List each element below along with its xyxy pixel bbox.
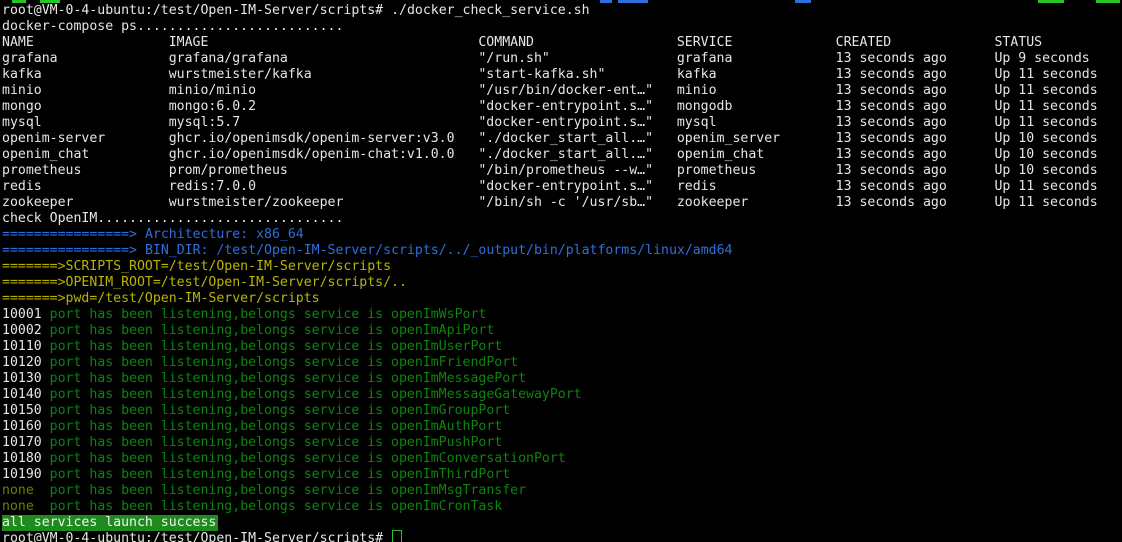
service-name: openImFriendPort (391, 355, 518, 370)
ps-row: mysql mysql:5.7 "docker-entrypoint.s…" m… (0, 115, 1122, 131)
ps-rows: grafana grafana/grafana "/run.sh" grafan… (0, 51, 1122, 211)
port-number: 10120 (2, 355, 50, 370)
ps-row: minio minio/minio "/usr/bin/docker-ent…"… (0, 83, 1122, 99)
port-message: port has been listening,belongs service … (50, 435, 391, 450)
port-line: 10140 port has been listening,belongs se… (0, 387, 1122, 403)
clipped-line-fragment (40, 0, 60, 3)
port-number: 10180 (2, 451, 50, 466)
service-name: openImUserPort (391, 339, 502, 354)
ps-row: kafka wurstmeister/kafka "start-kafka.sh… (0, 67, 1122, 83)
port-line: 10001 port has been listening,belongs se… (0, 307, 1122, 323)
bindir-line: ================> BIN_DIR: /test/Open-IM… (0, 243, 1122, 259)
port-line: 10150 port has been listening,belongs se… (0, 403, 1122, 419)
arch-text: Architecture: x86_64 (145, 227, 304, 242)
service-name: openImMessagePort (391, 371, 526, 386)
space (137, 243, 145, 258)
clipped-line-fragment (1096, 0, 1120, 3)
service-name: openImApiPort (391, 323, 494, 338)
port-line: 10170 port has been listening,belongs se… (0, 435, 1122, 451)
openim-root-line: =======>OPENIM_ROOT=/test/Open-IM-Server… (0, 275, 1122, 291)
port-line: 10002 port has been listening,belongs se… (0, 323, 1122, 339)
clipped-line-fragment (12, 0, 26, 3)
port-line: 10180 port has been listening,belongs se… (0, 451, 1122, 467)
port-message: port has been listening,belongs service … (50, 483, 391, 498)
clipped-line-fragment (1038, 0, 1064, 3)
pwd-line: =======>pwd=/test/Open-IM-Server/scripts (0, 291, 1122, 307)
arrow-text: ================> (2, 243, 137, 258)
service-name: openImCronTask (391, 499, 502, 514)
port-number: 10140 (2, 387, 50, 402)
port-message: port has been listening,belongs service … (50, 371, 391, 386)
port-number: none (2, 483, 50, 498)
port-status-list: 10001 port has been listening,belongs se… (0, 307, 1122, 515)
port-message: port has been listening,belongs service … (50, 403, 391, 418)
port-number: 10001 (2, 307, 50, 322)
port-number: 10190 (2, 467, 50, 482)
arch-line: ================> Architecture: x86_64 (0, 227, 1122, 243)
port-message: port has been listening,belongs service … (50, 339, 391, 354)
ps-row: zookeeper wurstmeister/zookeeper "/bin/s… (0, 195, 1122, 211)
scripts-root-line: =======>SCRIPTS_ROOT=/test/Open-IM-Serve… (0, 259, 1122, 275)
port-message: port has been listening,belongs service … (50, 307, 391, 322)
ps-row: openim_chat ghcr.io/openimsdk/openim-cha… (0, 147, 1122, 163)
ps-row: mongo mongo:6.0.2 "docker-entrypoint.s…"… (0, 99, 1122, 115)
port-number: none (2, 499, 50, 514)
port-number: 10002 (2, 323, 50, 338)
service-name: openImConversationPort (391, 451, 566, 466)
command-text: ./docker_check_service.sh (391, 3, 590, 18)
service-name: openImMessageGatewayPort (391, 387, 582, 402)
prompt-line: root@VM-0-4-ubuntu:/test/Open-IM-Server/… (0, 3, 1122, 19)
prompt-text: root@VM-0-4-ubuntu:/test/Open-IM-Server/… (2, 3, 383, 18)
service-name: openImPushPort (391, 435, 502, 450)
port-line: 10110 port has been listening,belongs se… (0, 339, 1122, 355)
ps-row: redis redis:7.0.0 "docker-entrypoint.s…"… (0, 179, 1122, 195)
clipped-line-fragment (795, 0, 811, 3)
ps-row: prometheus prom/prometheus "/bin/prometh… (0, 163, 1122, 179)
port-number: 10130 (2, 371, 50, 386)
success-banner: all services launch success (2, 515, 218, 531)
active-prompt-line[interactable]: root@VM-0-4-ubuntu:/test/Open-IM-Server/… (0, 531, 1122, 542)
port-line: none port has been listening,belongs ser… (0, 499, 1122, 515)
terminal-window[interactable]: root@VM-0-4-ubuntu:/test/Open-IM-Server/… (0, 0, 1122, 542)
command-separator (383, 3, 391, 18)
arrow-text: ================> (2, 227, 137, 242)
bindir-text: BIN_DIR: /test/Open-IM-Server/scripts/..… (145, 243, 733, 258)
space (383, 531, 391, 542)
ps-row: grafana grafana/grafana "/run.sh" grafan… (0, 51, 1122, 67)
terminal-cursor[interactable] (392, 530, 402, 542)
port-number: 10150 (2, 403, 50, 418)
port-number: 10170 (2, 435, 50, 450)
service-name: openImThirdPort (391, 467, 510, 482)
port-line: 10160 port has been listening,belongs se… (0, 419, 1122, 435)
port-message: port has been listening,belongs service … (50, 451, 391, 466)
compose-status-line: docker-compose ps.......................… (0, 19, 1122, 35)
port-message: port has been listening,belongs service … (50, 499, 391, 514)
prompt-text: root@VM-0-4-ubuntu:/test/Open-IM-Server/… (2, 531, 383, 542)
clipped-line-fragment (618, 0, 648, 3)
ps-header-line: NAME IMAGE COMMAND SERVICE CREATED STATU… (0, 35, 1122, 51)
check-openim-line: check OpenIM............................… (0, 211, 1122, 227)
port-message: port has been listening,belongs service … (50, 419, 391, 434)
port-number: 10110 (2, 339, 50, 354)
clipped-line-fragment (600, 0, 612, 3)
port-line: none port has been listening,belongs ser… (0, 483, 1122, 499)
port-line: 10120 port has been listening,belongs se… (0, 355, 1122, 371)
port-message: port has been listening,belongs service … (50, 387, 391, 402)
ps-row: openim-server ghcr.io/openimsdk/openim-s… (0, 131, 1122, 147)
port-line: 10130 port has been listening,belongs se… (0, 371, 1122, 387)
port-line: 10190 port has been listening,belongs se… (0, 467, 1122, 483)
port-message: port has been listening,belongs service … (50, 355, 391, 370)
success-line: all services launch success (0, 515, 1122, 531)
space (137, 227, 145, 242)
port-message: port has been listening,belongs service … (50, 323, 391, 338)
service-name: openImGroupPort (391, 403, 510, 418)
service-name: openImMsgTransfer (391, 483, 526, 498)
port-message: port has been listening,belongs service … (50, 467, 391, 482)
port-number: 10160 (2, 419, 50, 434)
service-name: openImWsPort (391, 307, 486, 322)
service-name: openImAuthPort (391, 419, 502, 434)
ps-table: NAME IMAGE COMMAND SERVICE CREATED STATU… (0, 35, 1122, 211)
